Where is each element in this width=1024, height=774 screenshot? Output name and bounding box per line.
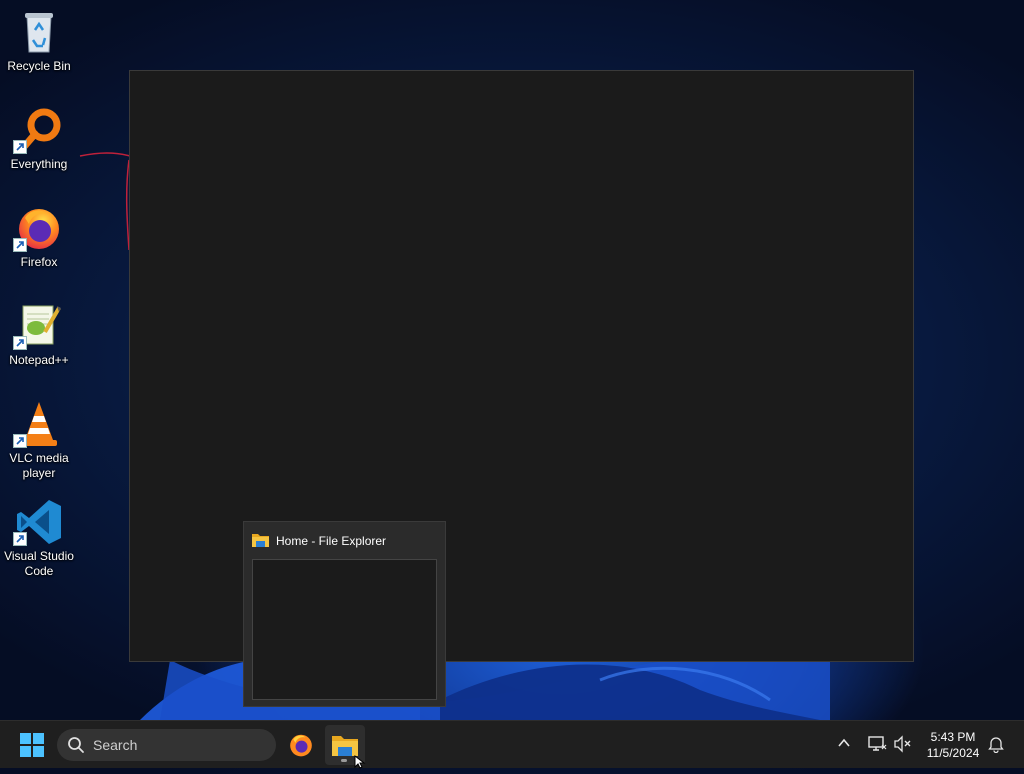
desktop-icon-label: Visual Studio Code (4, 549, 74, 578)
preview-thumbnail[interactable] (252, 559, 437, 700)
volume-muted-icon[interactable] (893, 735, 913, 758)
notepadpp-icon (13, 302, 63, 350)
taskbar-search-box[interactable]: Search (57, 729, 276, 761)
shortcut-arrow-icon (13, 532, 27, 546)
chevron-up-icon[interactable] (836, 735, 852, 756)
preview-title: Home - File Explorer (252, 532, 386, 550)
shortcut-arrow-icon (13, 238, 27, 252)
start-button[interactable] (12, 725, 52, 765)
mouse-cursor-icon (354, 754, 366, 774)
firefox-icon (290, 734, 312, 757)
desktop-icon-label: Notepad++ (9, 353, 69, 367)
windows-logo-icon (20, 733, 44, 757)
recycle-bin-icon (15, 8, 63, 56)
everything-icon (13, 106, 63, 154)
vscode-icon (13, 498, 63, 546)
desktop-icon-notepadpp[interactable]: Notepad++ (2, 302, 76, 368)
clock-date: 11/5/2024 (926, 746, 980, 760)
vlc-icon (13, 400, 63, 448)
desktop-icon-label: Everything (10, 157, 68, 171)
search-placeholder: Search (93, 737, 138, 753)
desktop-icon-vscode[interactable]: Visual Studio Code (2, 498, 76, 579)
search-icon (68, 737, 84, 753)
notification-bell-icon[interactable] (988, 735, 1004, 758)
active-app-indicator (341, 759, 347, 762)
desktop-icon-vlc[interactable]: VLC media player (2, 400, 76, 481)
shortcut-arrow-icon (13, 336, 27, 350)
taskbar-thumbnail-preview[interactable]: Home - File Explorer (243, 521, 446, 707)
network-icon[interactable] (867, 735, 887, 758)
preview-title-text: Home - File Explorer (276, 534, 387, 548)
taskbar: Search 5:43 PM 11/5/2024 (0, 720, 1024, 768)
desktop-icon-firefox[interactable]: Firefox (2, 204, 76, 270)
shortcut-arrow-icon (13, 434, 27, 448)
clock-time: 5:43 PM (930, 730, 976, 744)
clock[interactable]: 5:43 PM 11/5/2024 (920, 729, 986, 761)
folder-icon (252, 532, 269, 550)
desktop-icon-label: VLC media player (9, 451, 69, 480)
shortcut-arrow-icon (13, 140, 27, 154)
desktop-icon-label: Recycle Bin (7, 59, 71, 73)
firefox-icon (13, 204, 63, 252)
desktop-icon-label: Firefox (20, 255, 58, 269)
taskbar-firefox-button[interactable] (281, 725, 321, 765)
desktop-icon-recycle-bin[interactable]: Recycle Bin (2, 8, 76, 74)
file-explorer-icon (332, 736, 358, 756)
desktop-icon-everything[interactable]: Everything (2, 106, 76, 172)
